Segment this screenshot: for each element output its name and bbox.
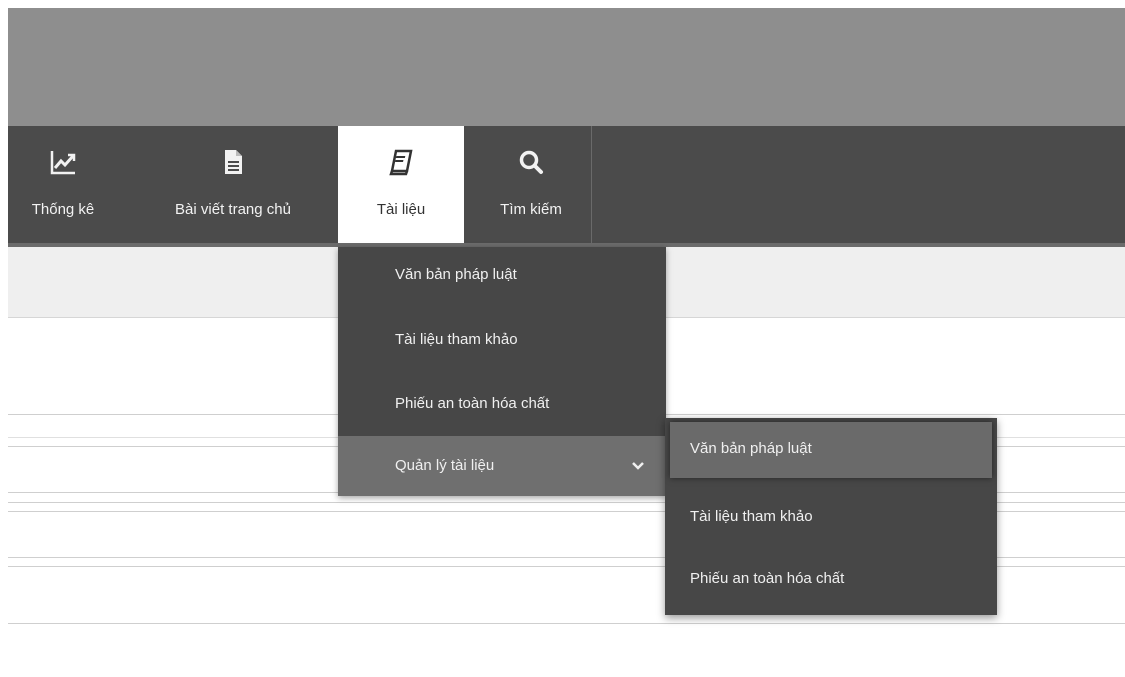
dropdown-item-label: Quản lý tài liệu — [395, 457, 495, 474]
dropdown-item-quan-ly-tai-lieu[interactable]: Quản lý tài liệu — [338, 436, 666, 496]
tai-lieu-dropdown: Văn bản pháp luật Tài liệu tham khảo Phi… — [338, 247, 666, 496]
main-navbar: Thống kê Bài viết trang chủ Tài liệu Tìm… — [8, 126, 1125, 247]
top-banner — [8, 8, 1125, 126]
nav-label-tim-kiem: Tìm kiếm — [500, 201, 562, 218]
submenu-item-tai-lieu-tham-khao[interactable]: Tài liệu tham khảo — [665, 486, 997, 548]
nav-item-thong-ke[interactable]: Thống kê — [8, 126, 118, 243]
submenu-item-van-ban-phap-luat[interactable]: Văn bản pháp luật — [670, 422, 992, 478]
divider — [8, 623, 1125, 624]
nav-item-tai-lieu[interactable]: Tài liệu — [338, 126, 464, 243]
dropdown-item-phieu-an-toan[interactable]: Phiếu an toàn hóa chất — [338, 376, 666, 434]
submenu-item-label: Phiếu an toàn hóa chất — [690, 570, 845, 587]
dropdown-item-label: Tài liệu tham khảo — [395, 331, 518, 348]
nav-label-thong-ke: Thống kê — [31, 201, 95, 218]
dropdown-item-label: Văn bản pháp luật — [395, 266, 517, 283]
submenu-item-label: Tài liệu tham khảo — [690, 508, 813, 525]
nav-label-tai-lieu: Tài liệu — [376, 201, 426, 218]
document-icon — [225, 150, 242, 174]
line-chart-icon — [50, 151, 76, 175]
book-icon — [389, 149, 413, 176]
chevron-down-icon — [632, 462, 644, 470]
nav-label-bai-viet: Bài viết trang chủ — [175, 201, 291, 218]
nav-item-bai-viet-trang-chu[interactable]: Bài viết trang chủ — [138, 126, 328, 243]
quan-ly-tai-lieu-submenu: Văn bản pháp luật Tài liệu tham khảo Phi… — [665, 418, 997, 615]
nav-separator — [591, 126, 592, 243]
dropdown-item-van-ban-phap-luat[interactable]: Văn bản pháp luật — [338, 247, 666, 305]
dropdown-item-tai-lieu-tham-khao[interactable]: Tài liệu tham khảo — [338, 312, 666, 370]
submenu-item-label: Văn bản pháp luật — [690, 440, 812, 457]
search-icon — [519, 150, 543, 174]
nav-item-tim-kiem[interactable]: Tìm kiếm — [470, 126, 592, 243]
submenu-item-phieu-an-toan[interactable]: Phiếu an toàn hóa chất — [665, 548, 997, 610]
dropdown-item-label: Phiếu an toàn hóa chất — [395, 395, 550, 412]
